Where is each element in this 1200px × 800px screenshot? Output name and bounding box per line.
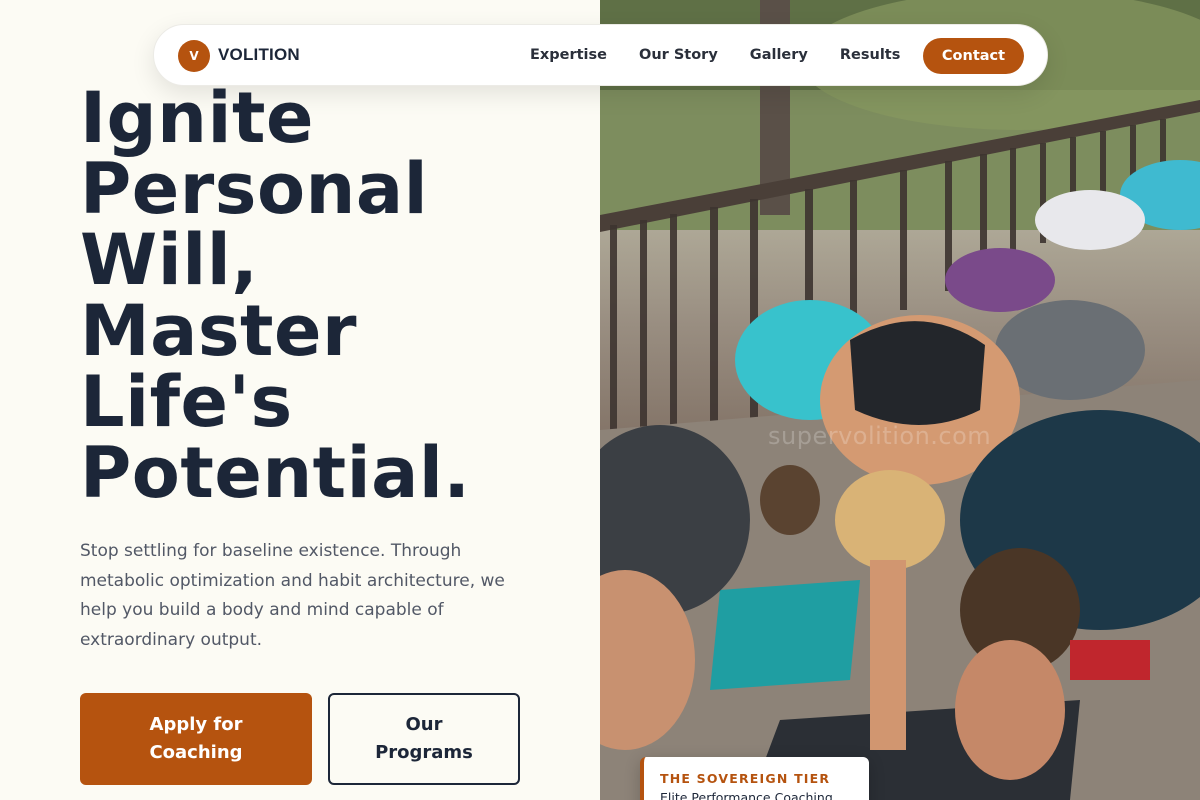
- yoga-class-illustration: [600, 0, 1200, 800]
- tier-title: THE SOVEREIGN TIER: [660, 771, 831, 786]
- nav-link-gallery[interactable]: Gallery: [750, 47, 808, 63]
- nav-link-expertise[interactable]: Expertise: [530, 47, 607, 63]
- nav-links: Expertise Our Story Gallery Results: [530, 47, 932, 63]
- headline-line: Personal: [80, 148, 429, 230]
- tier-subtitle: Elite Performance Coaching: [660, 790, 833, 800]
- logo-badge[interactable]: V: [178, 40, 210, 72]
- headline-line: Will,: [80, 219, 259, 301]
- headline-line: Potential.: [80, 432, 471, 514]
- headline-line: Ignite: [80, 77, 314, 159]
- nav-link-our-story[interactable]: Our Story: [639, 47, 718, 63]
- watermark-text: supervolition.com: [768, 422, 992, 450]
- hero-photo: [600, 0, 1200, 800]
- apply-coaching-button[interactable]: Apply for Coaching: [80, 693, 312, 785]
- headline-line: Master: [80, 290, 358, 372]
- hero-subtext: Stop settling for baseline existence. Th…: [80, 541, 505, 650]
- our-programs-button[interactable]: Our Programs: [328, 693, 520, 785]
- hero-headline: Ignite Personal Will, Master Life's Pote…: [80, 83, 600, 509]
- headline-line: Life's: [80, 361, 293, 443]
- contact-button[interactable]: Contact: [923, 38, 1024, 74]
- brand-name[interactable]: VOLITION: [218, 45, 300, 65]
- tier-card[interactable]: THE SOVEREIGN TIER Elite Performance Coa…: [640, 757, 869, 800]
- nav-link-results[interactable]: Results: [840, 47, 901, 63]
